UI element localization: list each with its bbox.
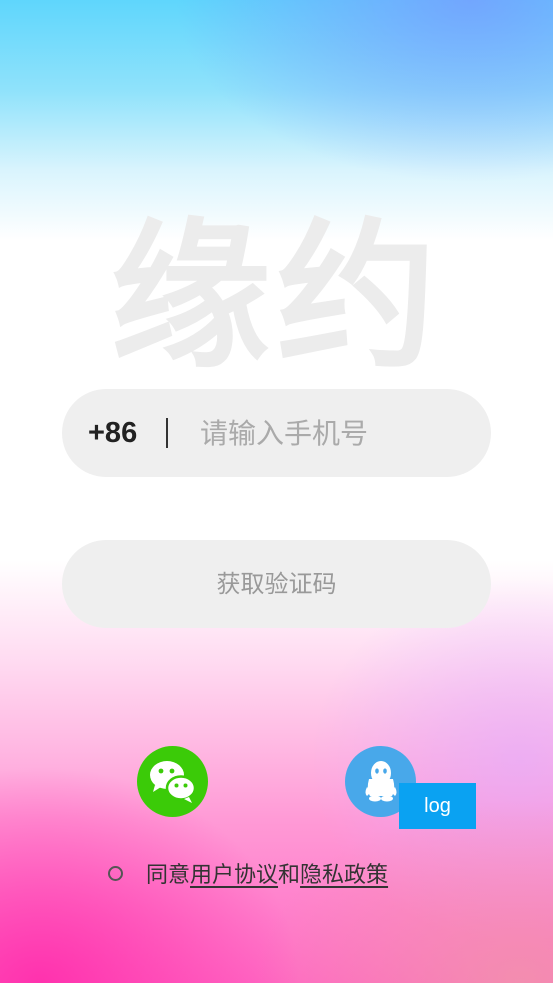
get-code-button[interactable]: 获取验证码 bbox=[62, 540, 491, 628]
agreement-text: 同意用户协议和隐私政策 bbox=[146, 856, 388, 896]
wechat-icon bbox=[150, 761, 197, 803]
app-logo-text: 缘约 bbox=[110, 203, 443, 390]
phone-field[interactable]: +86 bbox=[62, 389, 491, 477]
agreement-conjunction: 和 bbox=[278, 863, 301, 888]
log-button[interactable]: log bbox=[399, 783, 476, 829]
background-bottom-gradient bbox=[0, 0, 553, 983]
wechat-login-button[interactable] bbox=[137, 746, 208, 817]
agreement-radio[interactable] bbox=[108, 866, 123, 881]
agreement-prefix: 同意 bbox=[146, 863, 191, 888]
privacy-policy-link[interactable]: 隐私政策 bbox=[300, 863, 388, 888]
qq-icon bbox=[365, 761, 397, 802]
login-screen: 缘约 +86 获取验证码 log 同意用户 bbox=[0, 0, 553, 983]
field-divider bbox=[166, 418, 168, 448]
phone-input[interactable] bbox=[200, 389, 470, 477]
user-agreement-link[interactable]: 用户协议 bbox=[190, 863, 278, 888]
country-code[interactable]: +86 bbox=[88, 389, 137, 477]
